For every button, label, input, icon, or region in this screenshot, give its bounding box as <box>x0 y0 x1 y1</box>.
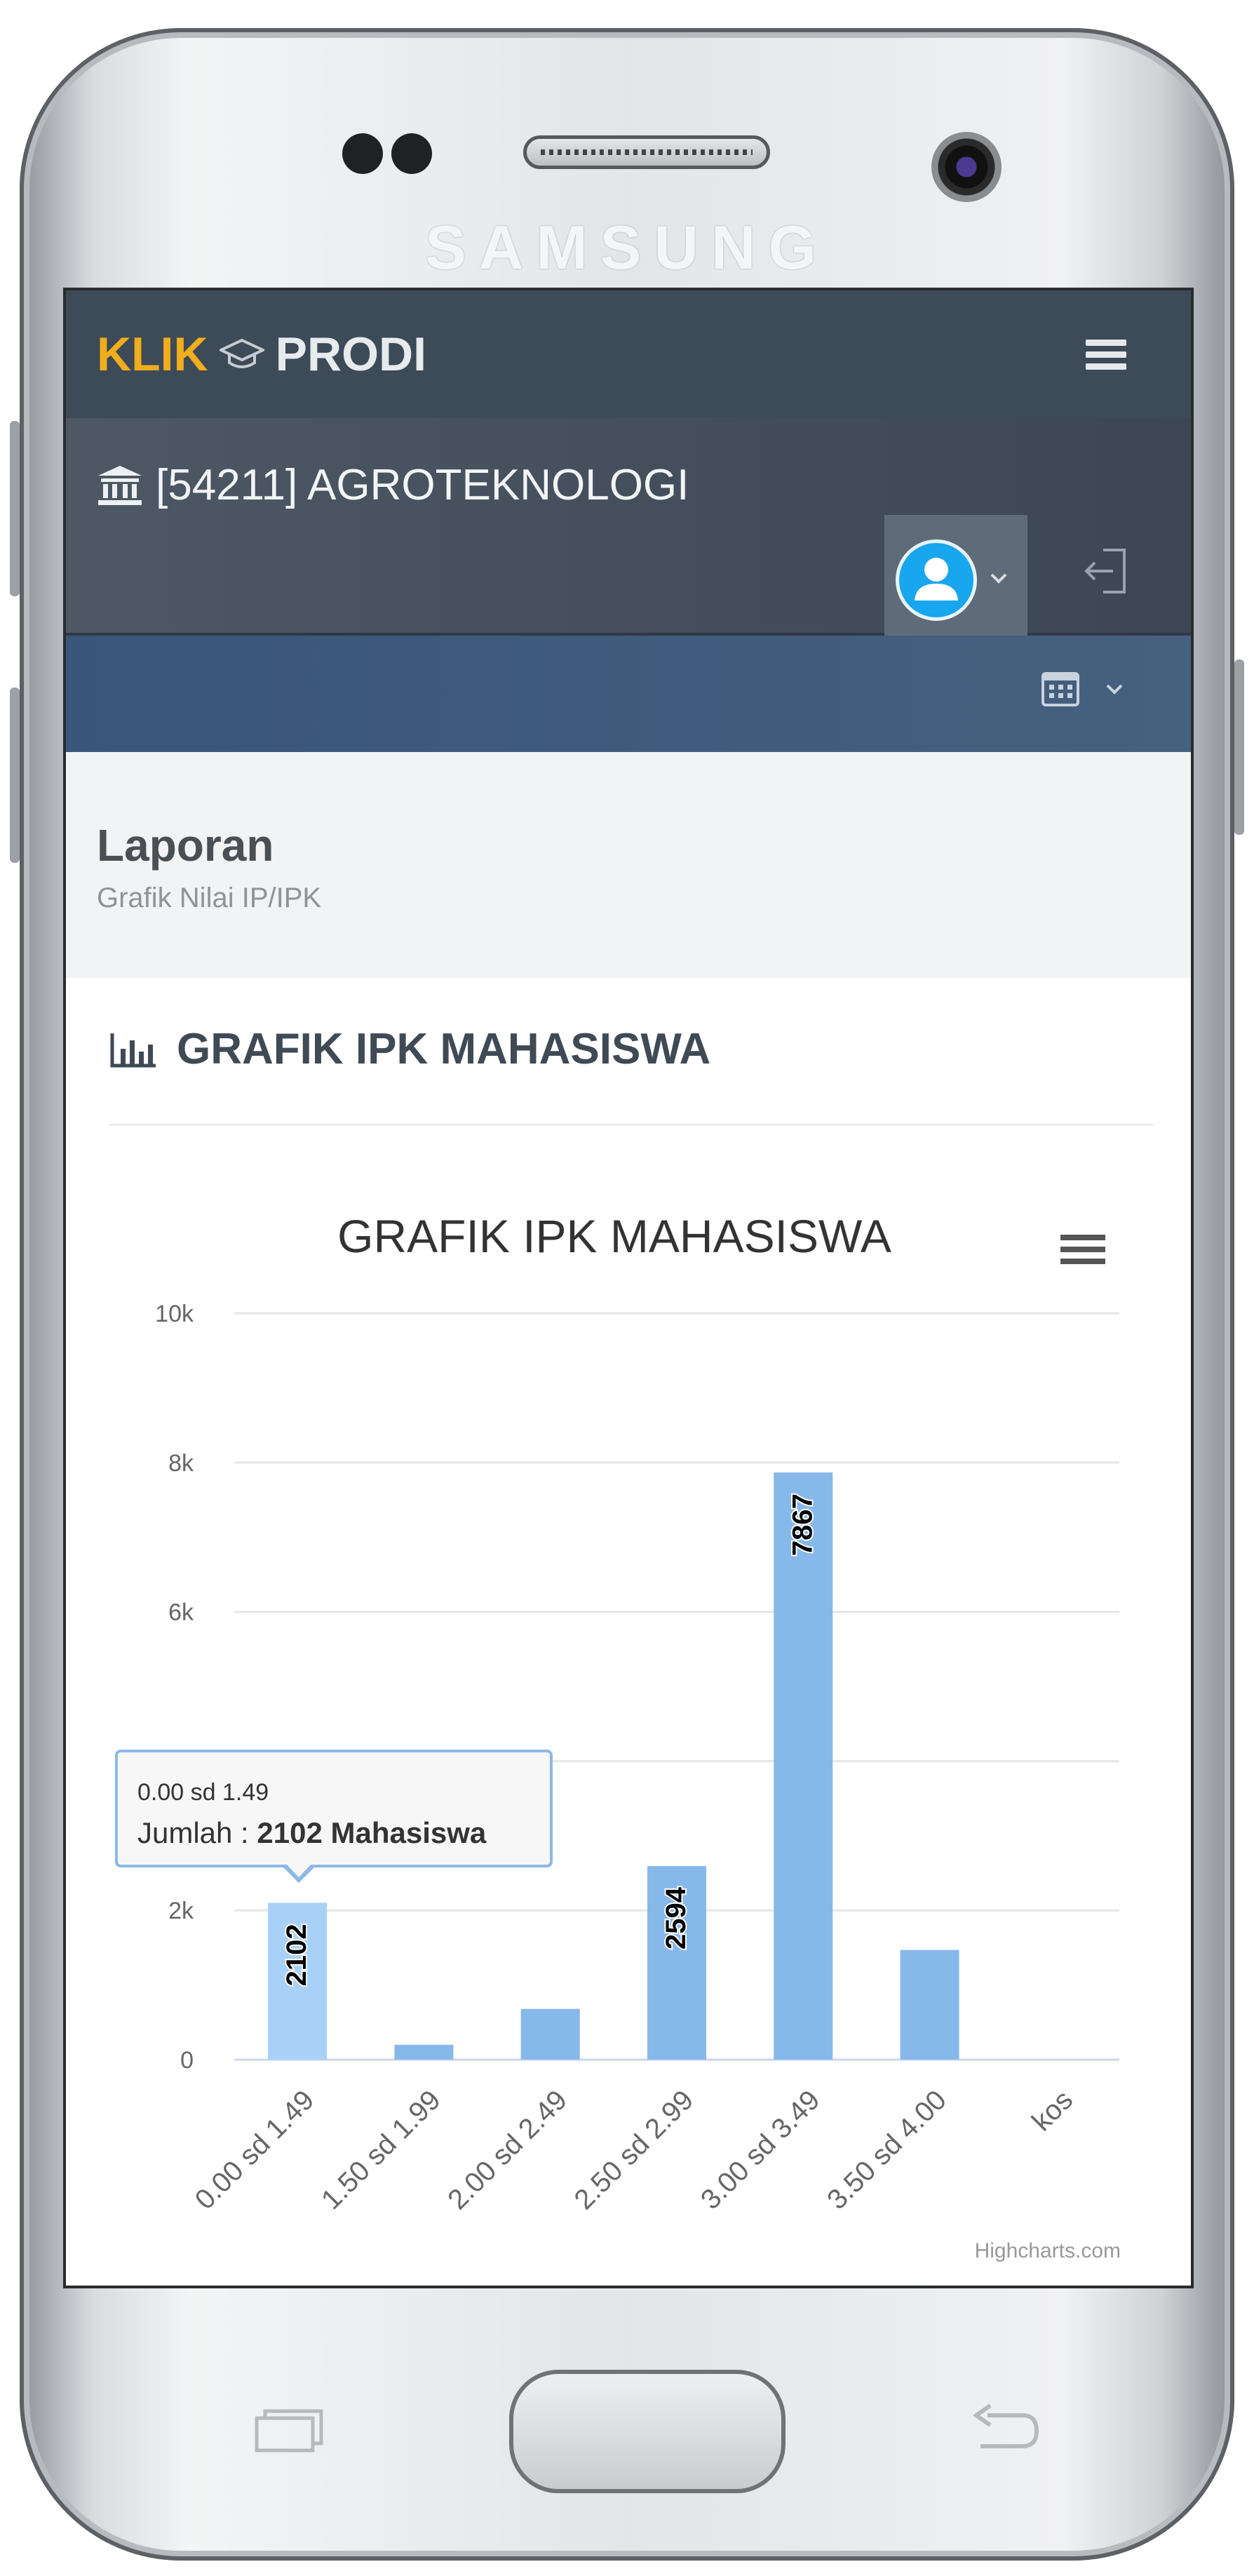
device-brand: SAMSUNG <box>425 213 829 282</box>
sensor-dots <box>342 133 432 174</box>
app-screen: KLIK PRODI [54211] AGROTEKNOLOGI Laporan… <box>63 288 1194 2288</box>
recent-apps-icon[interactable] <box>254 2408 324 2453</box>
volume-up-button <box>10 421 20 596</box>
bar-data-label: 2102 <box>281 1924 312 1986</box>
bar[interactable] <box>520 2008 580 2060</box>
tooltip-arrow <box>281 1862 317 1883</box>
x-category-label: 3.50 sd 4.00 <box>821 2084 952 2215</box>
y-tick-label: 10k <box>155 1301 194 1327</box>
home-button[interactable] <box>509 2370 786 2493</box>
x-category-label: 0.00 sd 1.49 <box>189 2084 321 2215</box>
chart-credits[interactable]: Highcharts.com <box>975 2239 1121 2263</box>
bar-data-label: 7867 <box>787 1494 818 1556</box>
tooltip-category: 0.00 sd 1.49 <box>137 1779 269 1806</box>
x-category-label: 1.50 sd 1.99 <box>316 2084 447 2215</box>
bar[interactable] <box>774 1472 833 2060</box>
tooltip-prefix: Jumlah : <box>137 1816 257 1849</box>
tooltip-value-line: Jumlah : 2102 Mahasiswa <box>137 1816 530 1850</box>
x-category-label: 3.00 sd 3.49 <box>695 2084 826 2215</box>
x-category-label: kos <box>1026 2084 1079 2137</box>
y-tick-label: 6k <box>168 1599 194 1626</box>
back-icon[interactable] <box>966 2403 1044 2459</box>
ipk-bar-chart: 02k4k6k8k10k21020.00 sd 1.491.50 sd 1.99… <box>155 1301 1119 2215</box>
x-category-label: 2.50 sd 2.99 <box>569 2084 700 2215</box>
chart-tooltip: 0.00 sd 1.49 Jumlah : 2102 Mahasiswa <box>115 1750 553 1883</box>
y-tick-label: 8k <box>168 1450 194 1477</box>
y-tick-label: 0 <box>180 2047 194 2074</box>
tooltip-value: 2102 Mahasiswa <box>257 1816 487 1849</box>
volume-down-button <box>10 687 20 863</box>
power-button <box>1234 659 1244 835</box>
front-camera <box>931 132 1002 202</box>
bar[interactable] <box>394 2044 454 2060</box>
x-category-label: 2.00 sd 2.49 <box>442 2084 573 2215</box>
y-tick-label: 2k <box>168 1898 194 1924</box>
bar[interactable] <box>900 1950 959 2060</box>
bar-data-label: 2594 <box>661 1886 692 1950</box>
earpiece-speaker <box>523 135 770 169</box>
